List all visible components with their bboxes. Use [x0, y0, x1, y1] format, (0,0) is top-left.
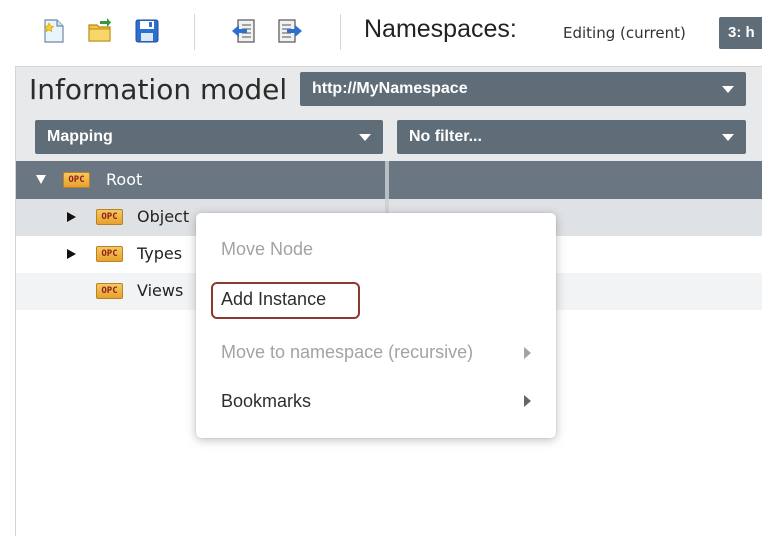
- namespace-select-value: http://MyNamespace: [312, 80, 468, 97]
- expand-icon[interactable]: [67, 212, 76, 222]
- mapping-select-value: Mapping: [47, 128, 113, 145]
- add-instance-highlight: [211, 282, 360, 319]
- tree-node-label: Views: [137, 281, 184, 300]
- menu-item-bookmarks[interactable]: Bookmarks: [221, 391, 311, 412]
- submenu-arrow-icon: [524, 347, 531, 359]
- information-model-title: Information model: [29, 73, 288, 106]
- tree-node-root: Root: [106, 170, 143, 189]
- context-menu: Move Node Add Instance Move to namespace…: [196, 213, 556, 438]
- submenu-arrow-icon: [524, 395, 531, 407]
- tree-node-label: Object: [137, 207, 190, 226]
- toolbar: Namespaces: Editing (current) 3: h: [0, 0, 762, 66]
- toolbar-separator: [340, 14, 341, 50]
- namespaces-label: Namespaces:: [364, 15, 517, 43]
- tree-node-label: Types: [137, 244, 183, 263]
- save-icon[interactable]: [133, 17, 161, 45]
- new-file-icon[interactable]: [40, 17, 68, 45]
- expand-icon[interactable]: [67, 249, 76, 259]
- namespace-select[interactable]: http://MyNamespace: [300, 72, 746, 106]
- menu-item-move-to-namespace[interactable]: Move to namespace (recursive): [221, 342, 473, 363]
- tree-root-row[interactable]: OPC Root: [16, 161, 762, 199]
- opc-node-icon: OPC: [96, 246, 123, 262]
- opc-node-icon: OPC: [96, 283, 123, 299]
- filter-select[interactable]: No filter...: [397, 120, 746, 154]
- export-icon[interactable]: [276, 17, 304, 45]
- chevron-down-icon: [359, 134, 371, 141]
- editing-current-label: Editing (current): [563, 24, 686, 42]
- chevron-down-icon: [722, 86, 734, 93]
- import-icon[interactable]: [230, 17, 258, 45]
- collapse-icon[interactable]: [36, 175, 46, 184]
- opc-node-icon: OPC: [63, 172, 90, 188]
- column-divider[interactable]: [385, 161, 389, 199]
- opc-node-icon: OPC: [96, 209, 123, 225]
- toolbar-separator: [194, 14, 195, 50]
- namespace-chip[interactable]: 3: h: [719, 17, 762, 49]
- filter-select-value: No filter...: [409, 128, 482, 145]
- menu-item-move-node[interactable]: Move Node: [221, 239, 313, 260]
- chevron-down-icon: [722, 134, 734, 141]
- mapping-select[interactable]: Mapping: [35, 120, 383, 154]
- open-file-icon[interactable]: [86, 17, 114, 45]
